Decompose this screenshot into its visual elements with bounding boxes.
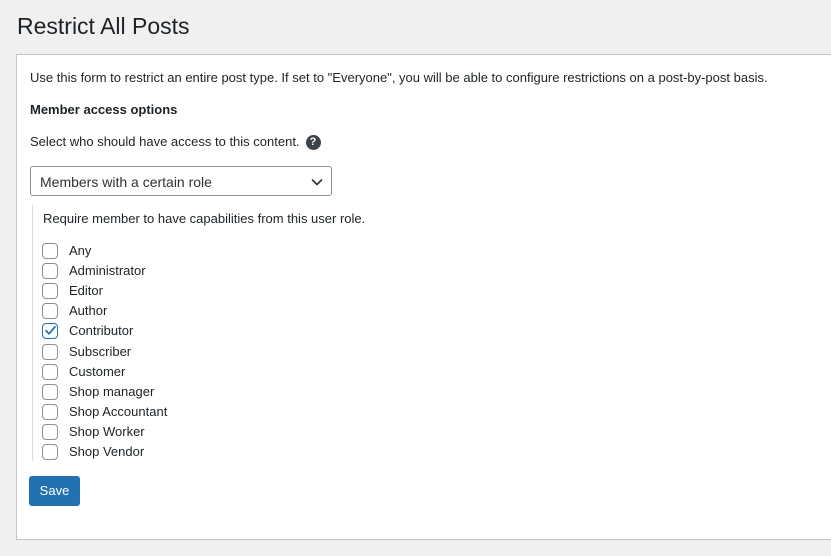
role-option[interactable]: Contributor [42,321,167,341]
save-button[interactable]: Save [29,476,80,506]
question-circle-icon[interactable]: ? [305,134,321,150]
role-option[interactable]: Administrator [42,261,167,281]
role-option[interactable]: Subscriber [42,341,167,361]
chevron-down-icon [311,179,323,186]
role-option[interactable]: Shop Accountant [42,402,167,422]
role-checkbox[interactable] [42,263,58,280]
role-label: Author [69,303,108,319]
role-label: Administrator [69,263,146,279]
role-option[interactable]: Author [42,301,167,321]
role-checkbox[interactable] [42,363,58,380]
role-checkbox[interactable] [42,303,58,320]
access-level-selected-value: Members with a certain role [40,174,212,190]
role-label: Editor [69,283,103,299]
restrict-form-panel: Use this form to restrict an entire post… [16,54,831,540]
role-requirement-note: Require member to have capabilities from… [43,211,366,226]
role-option[interactable]: Editor [42,281,167,301]
role-option[interactable]: Customer [42,362,167,382]
role-option[interactable]: Shop Worker [42,422,167,442]
role-checkbox[interactable] [42,323,58,340]
role-option[interactable]: Shop manager [42,382,167,402]
role-checkbox[interactable] [42,343,58,360]
role-option[interactable]: Shop Vendor [42,442,167,462]
access-prompt: Select who should have access to this co… [30,133,321,151]
role-options-group: Require member to have capabilities from… [32,205,433,461]
role-checkbox[interactable] [42,243,58,260]
role-label: Shop Accountant [69,403,168,419]
role-label: Shop Worker [69,423,145,439]
role-label: Subscriber [69,343,132,359]
role-checkbox[interactable] [42,283,58,300]
role-checkbox[interactable] [42,423,58,440]
member-access-heading: Member access options [30,102,178,117]
role-label: Shop Vendor [69,443,145,459]
role-checkbox-list: Any Administrator Editor Author Contributor S… [42,241,167,462]
role-label: Shop manager [69,383,155,399]
role-label: Customer [69,363,126,379]
role-label: Any [69,243,92,259]
role-checkbox[interactable] [42,383,58,400]
page-title: Restrict All Posts [17,13,190,39]
checkmark-icon [45,326,56,336]
role-checkbox[interactable] [42,403,58,420]
form-intro-text: Use this form to restrict an entire post… [30,70,768,85]
access-level-select[interactable]: Members with a certain role [30,166,332,196]
role-checkbox[interactable] [42,443,58,460]
access-prompt-label: Select who should have access to this co… [30,134,300,149]
role-option[interactable]: Any [42,241,167,261]
role-label: Contributor [69,323,134,339]
